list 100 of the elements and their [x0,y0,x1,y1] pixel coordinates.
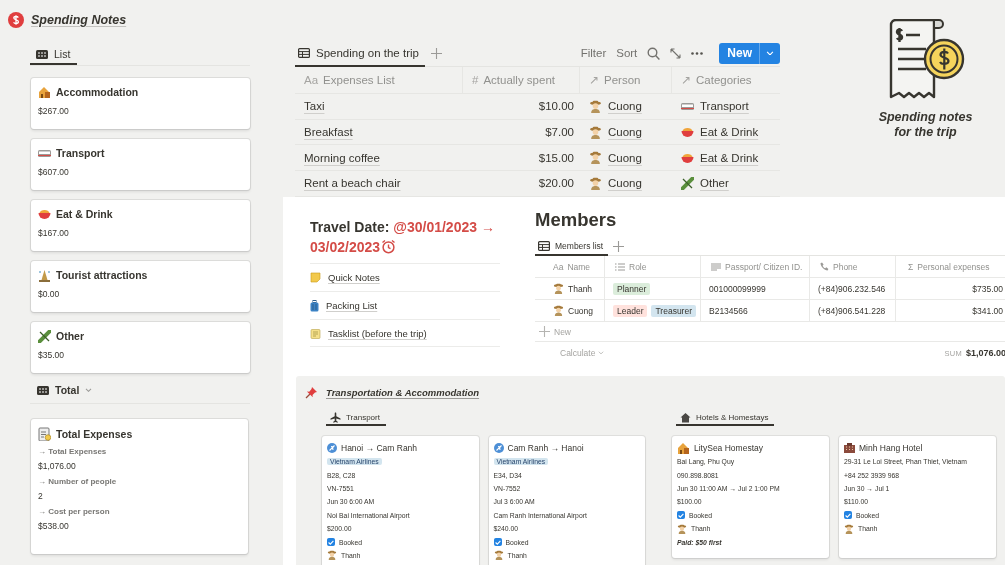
table-cell: (+84)906.541.228 [818,305,886,316]
dollar-icon [8,12,24,28]
table-cell[interactable]: Morning coffee [304,151,380,164]
bowl-icon [38,208,51,220]
person-avatar-icon [553,283,564,294]
total-card[interactable]: Total Expenses → Total Expenses $1,076.00 → Number of people 2 → Cost per person $538.00 [31,419,248,554]
checkbox[interactable] [493,538,502,547]
expand-icon[interactable] [670,47,682,59]
table-cell[interactable]: Rent a beach chair [304,177,401,190]
property-type-icon: Σ [908,261,914,272]
view-tab[interactable]: List [30,44,78,65]
bowl-icon [681,126,694,139]
plus-icon[interactable] [539,326,550,337]
page-link[interactable]: Quick Notes [328,272,380,283]
category-link[interactable]: Eat & Drink [700,126,759,139]
page-link[interactable]: Tasklist (before the trip) [328,327,427,339]
sum-value: $1,076.00 [965,348,1005,358]
column-header: Role [629,261,647,272]
category-card[interactable]: Tourist attractions $0.00 [31,261,250,312]
luggage-icon [310,299,319,312]
view-tab[interactable]: Transport [326,409,386,426]
callout-title[interactable]: Transportation & Accommodation [326,387,480,398]
table-cell: B2134566 [709,305,748,316]
category-card[interactable]: Transport $607.00 [31,139,250,190]
table-cell[interactable]: Taxi [304,100,325,113]
person-avatar-icon [589,125,602,139]
column-header: Actually spent [483,74,555,86]
category-amount: $167.00 [38,228,69,238]
person-avatar-icon [553,305,564,316]
table-icon [298,48,310,58]
caret-icon [85,387,93,393]
field-label: → Cost per person [38,507,110,516]
more-icon[interactable] [691,51,704,55]
field-value: 2 [38,491,43,501]
person-link[interactable]: Cuong [608,151,642,164]
table-cell[interactable]: Breakfast [304,126,353,139]
role-tag: Treasurer [651,304,696,317]
search-icon[interactable] [647,46,661,60]
property-type-icon: # [472,74,479,86]
person-avatar-icon [589,151,602,165]
card-title: Minh Hang Hotel [859,442,923,453]
table-cell: $15.00 [538,151,574,164]
person-link[interactable]: Cuong [608,177,642,190]
member-name[interactable]: Cuong [568,305,594,316]
table-cell: $341.00 [972,305,1003,316]
category-card[interactable]: Accommodation $267.00 [31,78,250,129]
alarm-clock-icon [381,239,397,254]
view-dropdown[interactable]: Total [37,384,93,396]
category-link[interactable]: Transport [700,100,749,113]
card-title: Cam Ranh → Hanoi [507,442,584,453]
caret-icon [766,50,774,56]
member-name[interactable]: Thanh [568,283,593,294]
pushpin-icon [305,386,318,399]
caret-icon [598,351,605,355]
view-tab[interactable]: Hotels & Homestays [676,409,775,426]
property-type-icon: Aa [304,74,319,86]
board-icon [37,385,49,395]
property-type-icon: Aa [553,261,564,272]
cover-caption: Spending notes for the trip [877,110,974,140]
plus-icon[interactable] [613,240,625,252]
category-link[interactable]: Other [700,177,729,190]
toolbar-button[interactable]: Filter [580,47,607,59]
person-avatar-icon [589,176,602,190]
checkbox[interactable] [677,511,685,520]
notepad-icon [310,327,321,339]
person-link[interactable]: Cuong [608,126,642,139]
category-link[interactable]: Eat & Drink [700,151,759,164]
person-avatar-icon [844,523,854,534]
tower-icon [38,268,51,282]
checkbox[interactable] [327,538,335,547]
category-card[interactable]: Other $35.00 [31,322,250,373]
category-amount: $35.00 [38,350,64,360]
kayak-icon [681,176,694,190]
category-amount: $0.00 [38,289,60,299]
page-link[interactable]: Packing List [326,300,378,311]
travel-date-heading: Travel Date: @30/01/2023 → 03/02/2023 [310,218,496,257]
category-card[interactable]: Eat & Drink $167.00 [31,200,250,251]
category-name: Eat & Drink [56,208,113,220]
view-tab[interactable]: Spending on the trip [295,39,425,67]
card-title: Hanoi → Cam Ranh [341,442,418,453]
card-title: LitySea Homestay [694,442,763,453]
board-icon [36,49,48,59]
bus-icon [681,101,694,111]
column-header: Expenses List [323,74,395,86]
new-button[interactable]: New [719,42,780,64]
plus-icon[interactable] [430,47,442,59]
section-heading: Members [535,209,617,231]
toolbar-button[interactable]: Sort [616,47,638,59]
table-cell: $735.00 [972,283,1003,294]
view-tab[interactable]: Members list [535,236,609,256]
category-amount: $607.00 [38,167,69,177]
person-link[interactable]: Cuong [608,100,642,113]
house-icon [38,86,51,98]
category-amount: $267.00 [38,106,69,116]
property-type-icon: ↗ [681,73,691,87]
person-avatar-icon [493,550,504,561]
field-label: → Number of people [38,477,117,486]
person-avatar-icon [327,550,337,561]
checkbox[interactable] [844,511,852,520]
kayak-icon [38,329,51,343]
